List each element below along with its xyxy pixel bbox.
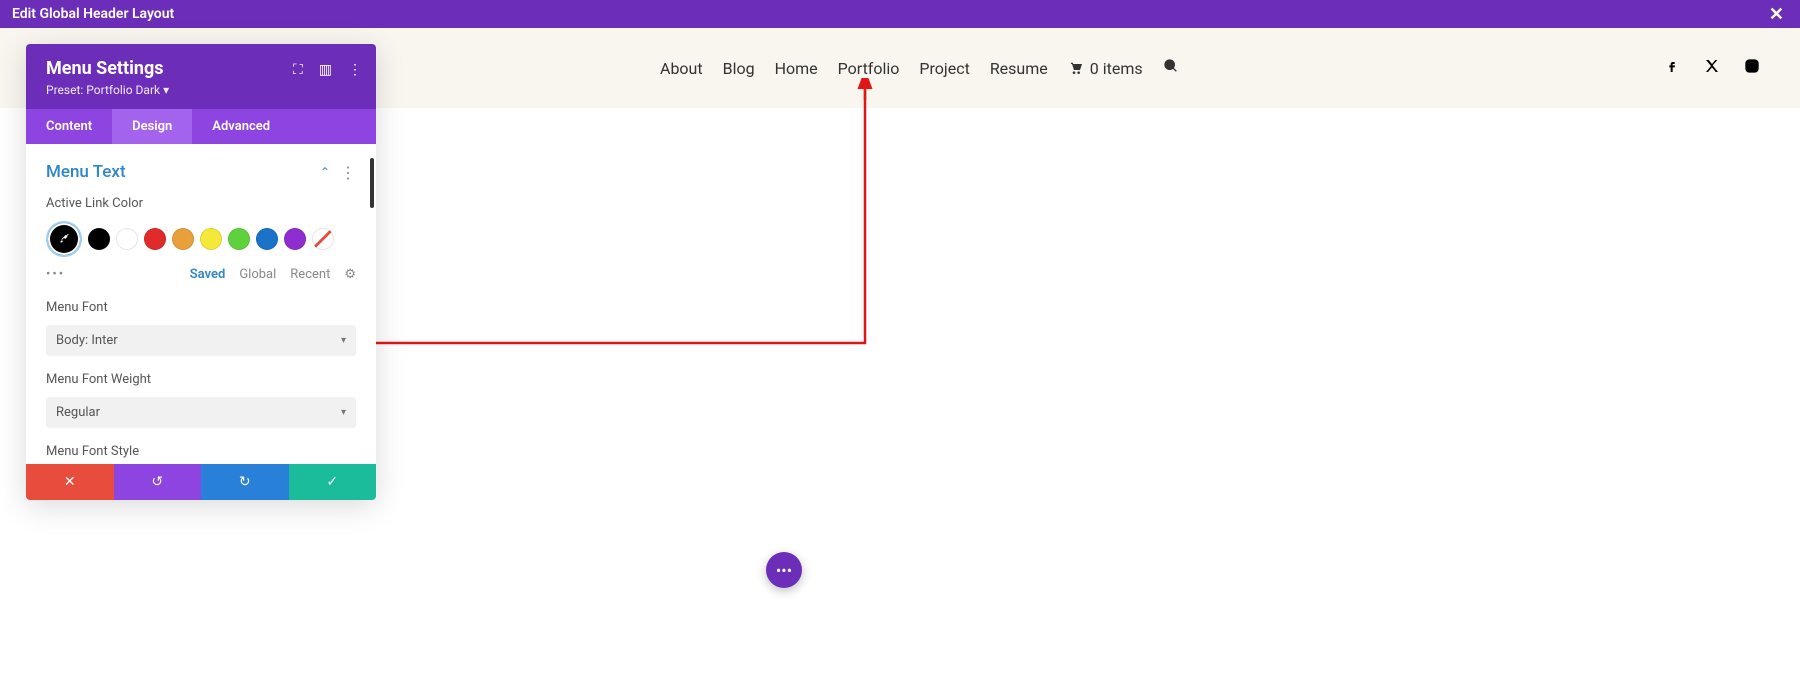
- save-button[interactable]: ✓: [289, 464, 377, 500]
- menu-font-select[interactable]: Body: Inter ▾: [46, 325, 356, 356]
- expand-icon[interactable]: ⛶: [293, 62, 303, 78]
- palette-more-icon[interactable]: •••: [46, 267, 65, 282]
- panel-preset[interactable]: Preset: Portfolio Dark ▾: [46, 83, 356, 97]
- menu-settings-panel: Menu Settings Preset: Portfolio Dark ▾ ⛶…: [26, 44, 376, 500]
- annotation-arrow: [340, 78, 880, 358]
- cart-link[interactable]: 0 items: [1068, 59, 1143, 78]
- swatch-red[interactable]: [144, 228, 166, 250]
- nav-item-project[interactable]: Project: [919, 59, 969, 78]
- gear-icon[interactable]: ⚙: [344, 267, 356, 282]
- menu-font-style-label: Menu Font Style: [46, 444, 356, 459]
- social-icons: [1664, 58, 1760, 78]
- nav-menu: About Blog Home Portfolio Project Resume…: [660, 58, 1179, 78]
- grid-icon[interactable]: ▥: [319, 62, 332, 78]
- swatch-blue[interactable]: [256, 228, 278, 250]
- fab-more-button[interactable]: •••: [766, 552, 802, 588]
- facebook-icon[interactable]: [1664, 58, 1680, 78]
- menu-font-weight-value: Regular: [56, 405, 341, 420]
- eyedropper-icon: [57, 232, 71, 246]
- panel-header: Menu Settings Preset: Portfolio Dark ▾ ⛶…: [26, 44, 376, 109]
- menu-font-value: Body: Inter: [56, 333, 341, 348]
- palette-tabs: ••• Saved Global Recent ⚙: [46, 267, 356, 282]
- menu-font-weight-select[interactable]: Regular ▾: [46, 397, 356, 428]
- cart-icon: [1068, 60, 1084, 76]
- panel-tabs: Content Design Advanced: [26, 109, 376, 144]
- palette-recent[interactable]: Recent: [290, 267, 330, 282]
- edit-header-topbar: Edit Global Header Layout ✕: [0, 0, 1800, 28]
- color-swatches: [46, 221, 356, 257]
- swatch-purple[interactable]: [284, 228, 306, 250]
- instagram-icon[interactable]: [1744, 58, 1760, 78]
- color-picker-button[interactable]: [46, 221, 82, 257]
- menu-font-weight-label: Menu Font Weight: [46, 372, 356, 387]
- swatch-white[interactable]: [116, 228, 138, 250]
- cart-label: 0 items: [1090, 59, 1143, 78]
- x-icon[interactable]: [1704, 58, 1720, 78]
- swatch-green[interactable]: [228, 228, 250, 250]
- menu-font-label: Menu Font: [46, 300, 356, 315]
- more-icon[interactable]: ⋮: [348, 62, 362, 78]
- swatch-black[interactable]: [88, 228, 110, 250]
- select-caret-icon: ▾: [341, 407, 346, 418]
- section-menu-text[interactable]: Menu Text: [46, 162, 320, 182]
- active-link-color-label: Active Link Color: [46, 196, 356, 211]
- select-caret-icon: ▾: [341, 335, 346, 346]
- swatch-orange[interactable]: [172, 228, 194, 250]
- tab-advanced[interactable]: Advanced: [192, 109, 290, 144]
- panel-body: Menu Text ⌃ ⋮ Active Link Color ••• Save…: [26, 144, 376, 464]
- topbar-title: Edit Global Header Layout: [12, 6, 1765, 22]
- nav-item-resume[interactable]: Resume: [990, 59, 1048, 78]
- close-icon[interactable]: ✕: [1765, 4, 1788, 25]
- nav-item-portfolio[interactable]: Portfolio: [838, 59, 900, 78]
- section-more-icon[interactable]: ⋮: [340, 163, 356, 182]
- palette-global[interactable]: Global: [239, 267, 276, 282]
- search-icon[interactable]: [1163, 58, 1179, 78]
- redo-button[interactable]: ↻: [201, 464, 289, 500]
- undo-button[interactable]: ↺: [114, 464, 202, 500]
- tab-content[interactable]: Content: [26, 109, 112, 144]
- chevron-up-icon[interactable]: ⌃: [320, 165, 330, 179]
- palette-saved[interactable]: Saved: [190, 267, 226, 282]
- nav-item-blog[interactable]: Blog: [723, 59, 755, 78]
- nav-item-home[interactable]: Home: [775, 59, 818, 78]
- swatch-none[interactable]: [312, 228, 334, 250]
- cancel-button[interactable]: ✕: [26, 464, 114, 500]
- tab-design[interactable]: Design: [112, 109, 192, 144]
- scrollbar[interactable]: [370, 158, 374, 208]
- swatch-yellow[interactable]: [200, 228, 222, 250]
- nav-item-about[interactable]: About: [660, 59, 703, 78]
- panel-footer: ✕ ↺ ↻ ✓: [26, 464, 376, 500]
